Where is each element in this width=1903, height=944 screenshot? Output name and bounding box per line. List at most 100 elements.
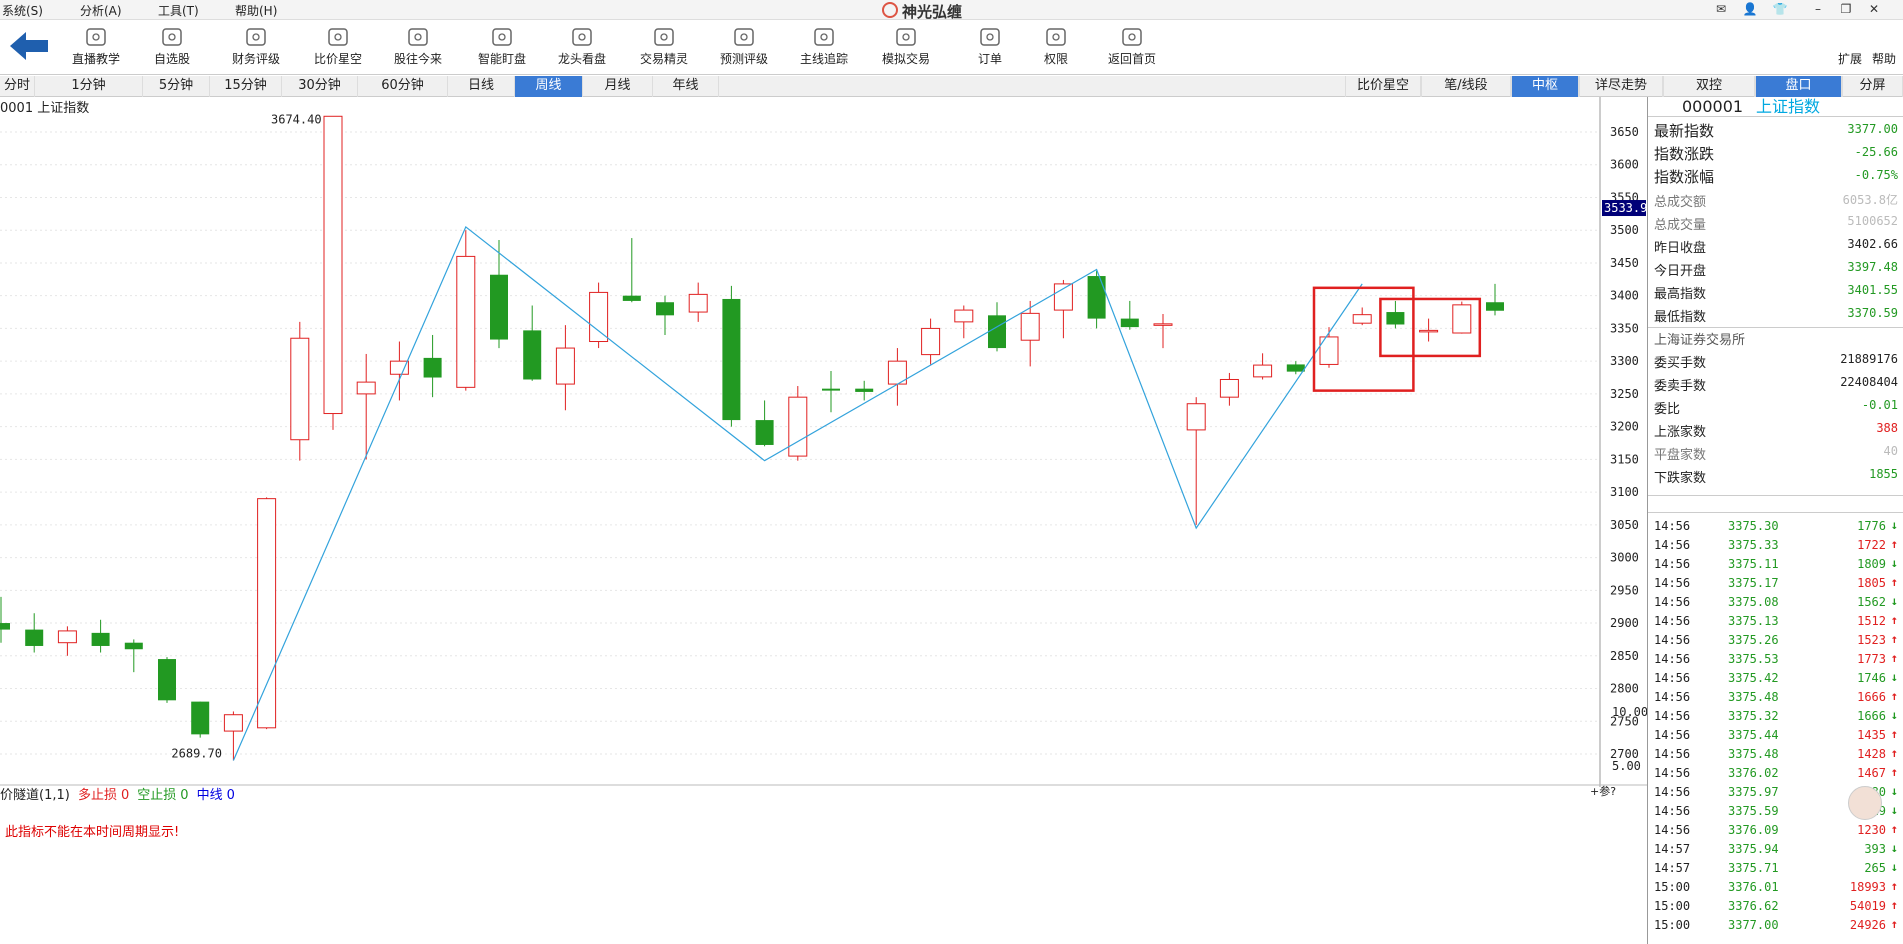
assistant-avatar-icon[interactable] <box>1848 786 1882 820</box>
period-tab-2[interactable]: 5分钟 <box>143 76 210 97</box>
minimize-icon[interactable]: – <box>1810 2 1826 18</box>
toolbar-video-play-button[interactable]: 直播教学 <box>58 24 134 74</box>
candle-body-down[interactable] <box>158 659 176 701</box>
expand-button[interactable]: 扩展 <box>1838 50 1862 67</box>
right-tab-6[interactable]: 分屏 <box>1842 76 1903 97</box>
candle-body-up[interactable] <box>290 337 310 441</box>
candle-body-down[interactable] <box>124 642 143 650</box>
toolbar-order-button[interactable]: 订单 <box>952 24 1028 74</box>
menu-bar: 系统(S) 分析(A) 工具(T) 帮助(H) 神光弘缠 ✉ 👤 👕 – ❐ ✕ <box>0 0 1903 21</box>
menu-tools[interactable]: 工具(T) <box>158 2 199 19</box>
period-tab-5[interactable]: 60分钟 <box>358 76 448 97</box>
period-tab-8[interactable]: 月线 <box>583 76 653 97</box>
menu-analysis[interactable]: 分析(A) <box>80 2 122 19</box>
period-tab-0[interactable]: 分时 <box>0 76 35 97</box>
candle-body-up[interactable] <box>257 498 277 729</box>
candle-body-down[interactable] <box>1087 276 1106 319</box>
right-tab-5[interactable]: 盘口 <box>1755 76 1842 97</box>
right-tab-2[interactable]: 中枢 <box>1511 76 1579 97</box>
candle-body-down[interactable] <box>423 357 442 378</box>
divider <box>1648 495 1903 496</box>
tick-time: 14:56 <box>1654 538 1691 552</box>
candle-body-down[interactable] <box>622 295 641 301</box>
candle-body-down[interactable] <box>91 632 110 646</box>
toolbar-robot-button[interactable]: 交易精灵 <box>626 24 702 74</box>
restore-icon[interactable]: ❐ <box>1838 2 1854 18</box>
back-arrow-icon[interactable] <box>10 32 48 60</box>
candle-body-down[interactable] <box>656 302 674 316</box>
candle-body-down[interactable] <box>855 388 874 392</box>
candle-body-up[interactable] <box>1153 323 1173 326</box>
candle-body-up[interactable] <box>921 327 941 356</box>
candle-body-up[interactable] <box>589 291 609 343</box>
candle-body-up[interactable] <box>1219 378 1239 398</box>
mail-icon[interactable]: ✉ <box>1713 2 1729 18</box>
toolbar-monitor-button[interactable]: 智能盯盘 <box>464 24 540 74</box>
price-axis-label: 2800 <box>1610 682 1639 696</box>
candle-body-down[interactable] <box>1286 364 1305 372</box>
toolbar-finance-rating-button[interactable]: 财务评级 <box>218 24 294 74</box>
candlestick-chart[interactable]: 3650360035503500345034003350330032503200… <box>0 97 1647 787</box>
candle-body-up[interactable] <box>1352 314 1372 324</box>
candle-body-down[interactable] <box>191 701 210 735</box>
right-tab-3[interactable]: 详尽走势 <box>1579 76 1663 97</box>
candle-body-up[interactable] <box>954 309 974 323</box>
candle-body-up[interactable] <box>1452 304 1472 334</box>
candle-body-up[interactable] <box>1253 364 1273 378</box>
period-tab-1[interactable]: 1分钟 <box>35 76 143 97</box>
indicator-param-button[interactable]: +参? <box>1590 786 1616 798</box>
candle-body-up[interactable] <box>1053 283 1073 311</box>
chart-area[interactable]: 3650 3600 3550 3500 3450 3400 3350 3300 3250 3200… <box>0 97 1647 787</box>
candle-body-up[interactable] <box>1419 329 1439 333</box>
candle-body-up[interactable] <box>456 255 476 388</box>
candle-body-down[interactable] <box>1486 302 1504 311</box>
arrow-up-icon: ↑ <box>1890 632 1898 646</box>
candle-body-down[interactable] <box>490 274 508 340</box>
toolbar-trend-line-button[interactable]: 比价星空 <box>300 24 376 74</box>
candle-body-down[interactable] <box>1386 312 1405 325</box>
candle-body-down[interactable] <box>822 388 840 391</box>
toolbar-exchange-button[interactable]: 模拟交易 <box>868 24 944 74</box>
candle-body-up[interactable] <box>788 396 808 457</box>
toolbar-shield-button[interactable]: 权限 <box>1018 24 1094 74</box>
shirt-icon[interactable]: 👕 <box>1772 2 1788 18</box>
toolbar-bar-chart-button[interactable]: 自选股 <box>134 24 210 74</box>
candle-body-up[interactable] <box>223 714 243 732</box>
toolbar-dragon-button[interactable]: 龙头看盘 <box>544 24 620 74</box>
period-tab-6[interactable]: 日线 <box>448 76 515 97</box>
toolbar-ai-button[interactable]: 预测评级 <box>706 24 782 74</box>
candle-body-up[interactable] <box>555 347 575 385</box>
candle-body-up[interactable] <box>389 360 409 375</box>
user-icon[interactable]: 👤 <box>1742 2 1758 18</box>
quote-field-value: 3402.66 <box>1847 237 1898 251</box>
period-tab-7[interactable]: 周线 <box>515 76 583 97</box>
price-axis-label: 3050 <box>1610 518 1639 532</box>
toolbar-target-button[interactable]: 主线追踪 <box>786 24 862 74</box>
period-tab-3[interactable]: 15分钟 <box>210 76 282 97</box>
candle-body-up[interactable] <box>688 293 708 313</box>
candle-body-up[interactable] <box>323 115 343 415</box>
candle-body-down[interactable] <box>722 298 741 421</box>
period-tab-9[interactable]: 年线 <box>653 76 719 97</box>
candle-body-down[interactable] <box>0 623 10 630</box>
candle-body-down[interactable] <box>1120 318 1139 328</box>
candle-body-up[interactable] <box>1020 312 1040 341</box>
menu-help[interactable]: 帮助(H) <box>235 2 277 19</box>
right-tab-1[interactable]: 笔/线段 <box>1421 76 1511 97</box>
candle-body-down[interactable] <box>755 420 774 445</box>
close-icon[interactable]: ✕ <box>1866 2 1882 18</box>
right-tab-4[interactable]: 双控 <box>1663 76 1755 97</box>
toolbar-cube-button[interactable]: 股往今来 <box>380 24 456 74</box>
candle-body-down[interactable] <box>25 629 44 646</box>
candle-body-down[interactable] <box>523 330 542 380</box>
menu-system[interactable]: 系统(S) <box>2 2 43 19</box>
candle-body-up[interactable] <box>356 381 376 395</box>
period-tab-4[interactable]: 30分钟 <box>282 76 358 97</box>
tick-volume: 1666 <box>1857 709 1886 723</box>
candle-body-up[interactable] <box>1186 403 1206 431</box>
candle-body-up[interactable] <box>57 630 77 644</box>
candle-body-down[interactable] <box>988 315 1006 349</box>
toolbar-home-button[interactable]: 返回首页 <box>1094 24 1170 74</box>
help-button[interactable]: 帮助 <box>1872 50 1896 67</box>
right-tab-0[interactable]: 比价星空 <box>1345 76 1421 97</box>
